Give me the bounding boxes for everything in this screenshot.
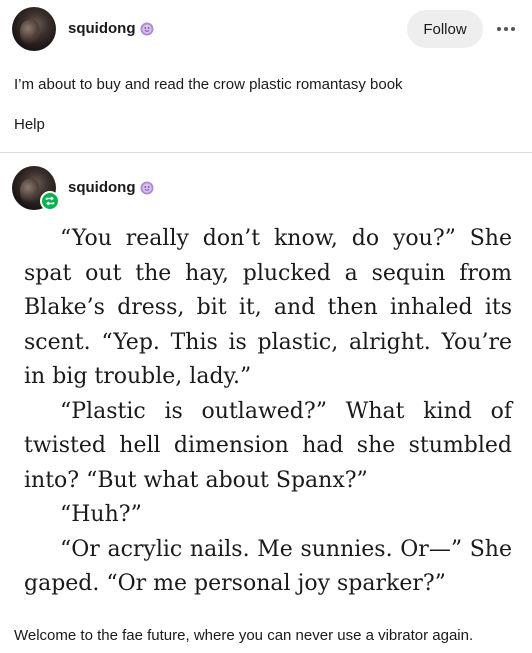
reblog-username[interactable]: squidong [68, 179, 136, 196]
follow-button[interactable]: Follow [407, 10, 483, 48]
post-text-line: I’m about to buy and read the crow plast… [14, 76, 403, 93]
excerpt-paragraph: “Huh?” [60, 502, 142, 527]
avatar[interactable] [12, 7, 56, 51]
post-text-line: Help [14, 116, 45, 133]
user-badge-icon [140, 181, 154, 195]
excerpt-paragraph: “You really don’t know, do you?” She spa… [24, 226, 512, 389]
reblog-icon [40, 191, 60, 211]
user-badge-icon [140, 22, 154, 36]
book-excerpt: “You really don’t know, do you?” She spa… [24, 222, 512, 602]
reblog-caption: Welcome to the fae future, where you can… [14, 627, 474, 644]
excerpt-paragraph: “Plastic is outlawed?” What kind of twis… [24, 398, 512, 493]
more-icon[interactable] [492, 18, 520, 40]
excerpt-paragraph: “Or acrylic nails. Me sunnies. Or—” She … [24, 536, 512, 597]
post-username[interactable]: squidong [68, 20, 136, 37]
divider [0, 152, 532, 153]
